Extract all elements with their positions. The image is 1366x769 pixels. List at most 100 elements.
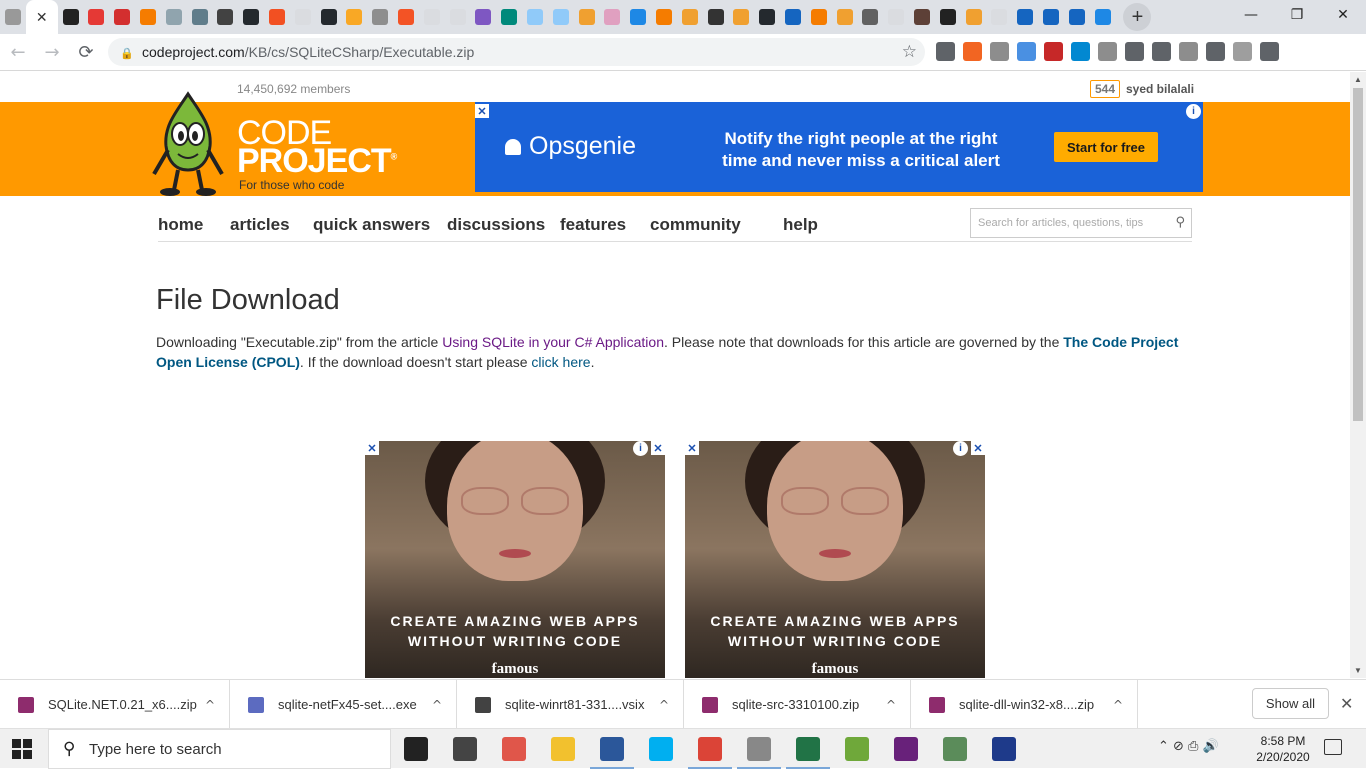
taskbar-app-icon[interactable] (943, 737, 967, 761)
tab[interactable] (213, 0, 239, 34)
taskbar-app-icon[interactable] (649, 737, 673, 761)
taskbar-app-icon[interactable] (845, 737, 869, 761)
ad-close-icon[interactable]: ✕ (365, 441, 379, 455)
chevron-up-icon[interactable]: ^ (659, 698, 669, 712)
tab[interactable] (367, 0, 393, 34)
show-all-downloads-button[interactable]: Show all (1252, 688, 1329, 719)
taskbar-app-icon[interactable] (551, 737, 575, 761)
tab[interactable] (625, 0, 651, 34)
scroll-up-arrow-icon[interactable]: ▲ (1354, 75, 1362, 84)
download-item[interactable]: sqlite-dll-win32-x8....zip ^ (911, 680, 1138, 729)
tab[interactable] (84, 0, 110, 34)
tab[interactable] (729, 0, 755, 34)
search-icon[interactable]: ⚲ (1175, 215, 1185, 230)
scroll-down-arrow-icon[interactable]: ▼ (1354, 666, 1362, 675)
taskbar-app-icon[interactable] (894, 737, 918, 761)
tab[interactable] (316, 0, 342, 34)
close-icon[interactable]: ✕ (1340, 694, 1353, 713)
taskbar-app-icon[interactable] (786, 737, 830, 769)
nav-help[interactable]: help (783, 215, 818, 235)
tab[interactable] (393, 0, 419, 34)
tab[interactable] (703, 0, 729, 34)
tab[interactable] (342, 0, 368, 34)
tab[interactable] (935, 0, 961, 34)
reputation-badge[interactable]: 544 (1090, 80, 1121, 98)
nav-features[interactable]: features (560, 215, 626, 235)
ad-close-icon[interactable]: ✕ (475, 104, 489, 118)
tab[interactable] (909, 0, 935, 34)
tab[interactable] (806, 0, 832, 34)
tab[interactable] (496, 0, 522, 34)
chevron-up-icon[interactable]: ^ (886, 698, 896, 712)
extension-icon[interactable] (1098, 42, 1117, 61)
tab[interactable] (471, 0, 497, 34)
tab[interactable] (1064, 0, 1090, 34)
extension-icon[interactable] (990, 42, 1009, 61)
forward-button[interactable]: → (36, 36, 68, 68)
tab[interactable] (290, 0, 316, 34)
download-item[interactable]: sqlite-netFx45-set....exe ^ (230, 680, 457, 729)
nav-discussions[interactable]: discussions (447, 215, 545, 235)
opsgenie-ad[interactable]: ✕ i Opsgenie Notify the right people at … (475, 102, 1203, 192)
start-for-free-button[interactable]: Start for free (1054, 132, 1158, 162)
taskbar-app-icon[interactable] (737, 737, 781, 769)
notifications-icon[interactable] (1324, 739, 1342, 755)
tab[interactable] (574, 0, 600, 34)
system-tray[interactable]: ⌃ ⊘ ⎙ 🔊 (1158, 739, 1219, 754)
close-window-button[interactable]: ✕ (1320, 0, 1366, 30)
tab[interactable] (1012, 0, 1038, 34)
tab[interactable] (135, 0, 161, 34)
new-tab-button[interactable]: + (1123, 3, 1152, 31)
tab[interactable] (883, 0, 909, 34)
extension-icon[interactable] (1071, 42, 1090, 61)
tab[interactable] (1038, 0, 1064, 34)
tab[interactable] (832, 0, 858, 34)
nav-articles[interactable]: articles (230, 215, 290, 235)
tab[interactable] (754, 0, 780, 34)
extension-icon[interactable] (1179, 42, 1198, 61)
extension-icon[interactable] (1017, 42, 1036, 61)
extension-icon[interactable] (1152, 42, 1171, 61)
taskbar-app-icon[interactable] (590, 737, 634, 769)
tab[interactable] (187, 0, 213, 34)
ad-info-icon[interactable]: i (953, 441, 968, 456)
taskbar-clock[interactable]: 8:58 PM 2/20/2020 (1248, 733, 1318, 765)
download-item[interactable]: SQLite.NET.0.21_x6....zip ^ (0, 680, 230, 729)
extension-icon[interactable] (1125, 42, 1144, 61)
taskbar-app-icon[interactable] (404, 737, 428, 761)
chevron-up-icon[interactable]: ^ (1113, 698, 1123, 712)
chevron-up-icon[interactable]: ^ (205, 698, 215, 712)
windows-start-icon[interactable] (12, 739, 32, 759)
taskbar-app-icon[interactable] (688, 737, 732, 769)
ad-close-icon[interactable]: ✕ (685, 441, 699, 455)
taskbar-app-icon[interactable] (502, 737, 526, 761)
tab[interactable] (161, 0, 187, 34)
tab[interactable] (858, 0, 884, 34)
page-scrollbar[interactable]: ▲ ▼ (1350, 72, 1366, 678)
ad-close-icon[interactable]: ✕ (651, 441, 665, 455)
restore-button[interactable]: ❐ (1274, 0, 1320, 30)
username-link[interactable]: syed bilalali (1126, 82, 1194, 96)
minimize-button[interactable]: — (1228, 0, 1274, 30)
tab[interactable] (445, 0, 471, 34)
tab[interactable] (677, 0, 703, 34)
tab[interactable] (961, 0, 987, 34)
tab[interactable] (600, 0, 626, 34)
taskbar-app-icon[interactable] (453, 737, 477, 761)
download-item[interactable]: sqlite-winrt81-331....vsix ^ (457, 680, 684, 729)
back-button[interactable]: ← (2, 36, 34, 68)
famous-ad-left[interactable]: ✕ i ✕ CREATE AMAZING WEB APPS WITHOUT WR… (365, 441, 665, 678)
tab-close-icon[interactable]: ✕ (36, 9, 48, 26)
tab[interactable] (109, 0, 135, 34)
bookmark-star-icon[interactable]: ☆ (902, 42, 917, 62)
extension-icon[interactable] (1044, 42, 1063, 61)
extension-icon[interactable] (1206, 42, 1225, 61)
extension-icon[interactable] (1260, 42, 1279, 61)
click-here-link[interactable]: click here (531, 354, 590, 370)
ad-info-icon[interactable]: i (1186, 104, 1201, 119)
nav-home[interactable]: home (158, 215, 203, 235)
address-bar[interactable]: 🔒 codeproject.com/KB/cs/SQLiteCSharp/Exe… (108, 38, 925, 66)
tab[interactable] (1090, 0, 1116, 34)
chevron-up-icon[interactable]: ^ (432, 698, 442, 712)
download-item[interactable]: sqlite-src-3310100.zip ^ (684, 680, 911, 729)
